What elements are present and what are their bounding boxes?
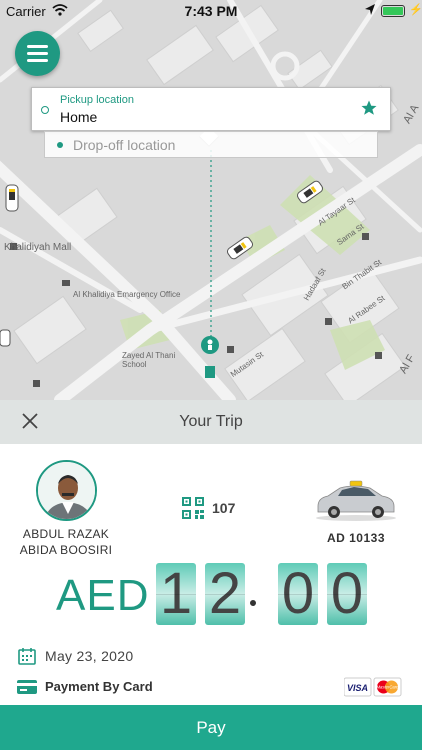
dropoff-dot-icon [57, 142, 63, 148]
visa-logo-text: VISA [347, 683, 368, 693]
pay-button[interactable]: Pay [0, 705, 422, 750]
fare-digit: 2 [205, 563, 245, 625]
payment-method: Payment By Card [45, 679, 153, 694]
driver-name-line1: ABDUL RAZAK [22, 527, 110, 541]
map-background [0, 0, 422, 400]
license-plate: AD 10133 [326, 531, 386, 545]
pickup-value: Home [60, 109, 98, 125]
fare-digit: 0 [278, 563, 318, 625]
map-label-khalidiyah-mall: Khalidiyah Mall [4, 242, 72, 253]
credit-card-icon [17, 680, 37, 694]
trip-date: May 23, 2020 [45, 648, 134, 664]
trip-title: Your Trip [179, 413, 243, 430]
taxi-icon [5, 184, 19, 212]
menu-button[interactable] [15, 31, 60, 76]
trip-header: Your Trip [0, 400, 422, 444]
map-label-school: Zayed Al Thani School [122, 351, 176, 369]
battery-icon [381, 5, 405, 17]
dropoff-location-field[interactable]: Drop-off location [44, 131, 378, 158]
taxi-car-image [316, 480, 396, 521]
card-brands: VISA MasterCard [343, 677, 402, 702]
visa-mastercard-icon: VISA MasterCard [343, 677, 402, 697]
mastercard-logo-text: MasterCard [377, 685, 400, 690]
pickup-location-field[interactable]: Pickup location Home [31, 87, 391, 131]
pickup-label: Pickup location [60, 94, 134, 106]
calendar-icon [18, 648, 36, 665]
favorite-star-icon[interactable] [360, 99, 378, 117]
pickup-dot-icon [41, 106, 49, 114]
fare-digit: 0 [327, 563, 367, 625]
fare-currency: AED [56, 571, 150, 620]
driver-avatar [36, 460, 97, 521]
driver-number: 107 [212, 500, 236, 516]
map-label-emergency-office: Al Khalidiya Emargency Office [73, 290, 181, 299]
driver-name-line2: ABIDA BOOSIRI [19, 543, 113, 557]
location-arrow-icon [365, 4, 375, 15]
status-time: 7:43 PM [184, 3, 238, 19]
dropoff-placeholder: Drop-off location [73, 137, 176, 153]
hamburger-icon [27, 45, 48, 48]
qr-code-icon [182, 497, 204, 519]
charging-icon: ⚡ [409, 4, 422, 16]
fare-decimal-point [250, 600, 256, 606]
map-view[interactable]: Khalidiyah Mall Al Khalidiya Emargency O… [0, 0, 422, 400]
driver-name: ABDUL RAZAK ABIDA BOOSIRI [6, 526, 126, 558]
fare-digit: 1 [156, 563, 196, 625]
status-bar: Carrier 7:43 PM ⚡ [0, 0, 422, 22]
